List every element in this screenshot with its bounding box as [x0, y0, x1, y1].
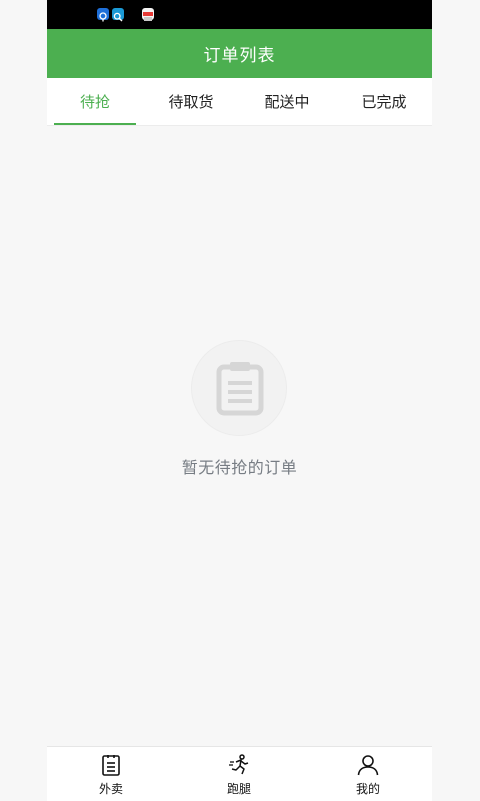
nav-label: 跑腿 — [226, 782, 251, 796]
nav-item-takeout[interactable]: 外卖 — [63, 747, 159, 801]
clipboard-icon — [216, 362, 264, 416]
nav-label: 外卖 — [98, 782, 123, 796]
tab-label: 已完成 — [361, 93, 407, 111]
notification-location-icon — [97, 8, 109, 22]
notification-search-icon — [112, 8, 124, 22]
tab-completed[interactable]: 已完成 — [343, 78, 425, 125]
empty-state-message: 暂无待抢的订单 — [181, 458, 298, 477]
tab-label: 配送中 — [264, 93, 310, 111]
tab-pending-pickup[interactable]: 待取货 — [150, 78, 232, 125]
tab-delivering[interactable]: 配送中 — [246, 78, 328, 125]
app-screen: 订单列表 待抢 待取货 配送中 已完成 暂无待抢的订单 外卖 跑腿 我的 — [47, 0, 432, 801]
notification-app-icon — [142, 8, 154, 21]
tab-label: 待取货 — [168, 93, 214, 111]
nav-label: 我的 — [355, 782, 380, 796]
page-title: 订单列表 — [203, 46, 276, 66]
active-tab-indicator — [54, 123, 136, 125]
bottom-navigation: 外卖 跑腿 我的 — [47, 746, 432, 801]
status-bar — [47, 0, 432, 29]
tab-label: 待抢 — [79, 93, 110, 111]
app-header: 订单列表 — [47, 29, 432, 78]
tab-pending-grab[interactable]: 待抢 — [54, 78, 136, 125]
order-list-icon — [102, 755, 120, 776]
runner-icon — [229, 754, 249, 775]
nav-item-errand[interactable]: 跑腿 — [191, 747, 287, 801]
nav-item-profile[interactable]: 我的 — [320, 747, 416, 801]
user-icon — [357, 755, 379, 776]
order-status-tabs: 待抢 待取货 配送中 已完成 — [47, 78, 432, 126]
empty-state-illustration — [191, 340, 287, 436]
